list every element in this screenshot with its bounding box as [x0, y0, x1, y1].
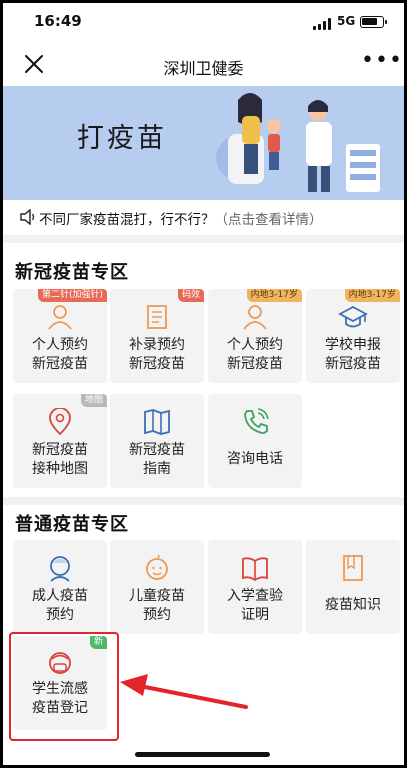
network-type: 5G — [337, 14, 356, 28]
booklet-icon — [343, 555, 363, 581]
more-options-icon[interactable]: ••• — [361, 48, 403, 73]
child-vaccine-card[interactable]: 儿童疫苗 预约 — [110, 540, 204, 634]
supplement-booking-covid-card[interactable]: 码效 补录预约 新冠疫苗 — [110, 289, 204, 383]
highlight-box — [9, 632, 119, 741]
vaccine-banner[interactable]: 打疫苗 — [3, 86, 404, 200]
badge: 第二针(加强针) — [37, 289, 107, 302]
person-icon — [243, 305, 267, 330]
card-label: 咨询电话 — [227, 451, 283, 467]
adult-icon — [50, 556, 70, 582]
card-label: 入学查验 证明 — [227, 588, 283, 623]
card-label: 个人预约 新冠疫苗 — [227, 337, 283, 372]
divider — [3, 497, 404, 505]
card-label: 新冠疫苗 接种地图 — [32, 442, 88, 477]
vaccination-illustration — [216, 93, 380, 192]
red-arrow-annotation — [120, 674, 248, 709]
status-time: 16:49 — [34, 12, 82, 30]
graduation-cap-icon — [338, 305, 368, 328]
battery-icon — [360, 16, 387, 28]
nav-bar: 深圳卫健委 ••• — [0, 44, 407, 86]
covid-section-title: 新冠疫苗专区 — [15, 262, 129, 283]
hotline-card[interactable]: 咨询电话 — [208, 394, 302, 488]
notice-text: 不同厂家疫苗混打，行不行？（点击查看详情） — [39, 212, 323, 228]
badge: 内地3-17岁 — [246, 289, 302, 302]
divider — [3, 235, 404, 243]
card-label: 学校申报 新冠疫苗 — [325, 337, 381, 372]
card-label: 疫苗知识 — [325, 597, 381, 613]
form-icon — [147, 305, 167, 329]
banner-title: 打疫苗 — [77, 123, 167, 154]
personal-booking-covid-card[interactable]: 第二针(加强针) 个人预约 新冠疫苗 — [13, 289, 107, 383]
map-book-icon — [144, 409, 170, 435]
minor-booking-covid-card[interactable]: 内地3-17岁 个人预约 新冠疫苗 — [208, 289, 302, 383]
card-label: 成人疫苗 预约 — [32, 588, 88, 623]
page-title: 深圳卫健委 — [163, 59, 244, 78]
signal-icon — [313, 18, 333, 30]
map-pin-icon — [49, 408, 71, 436]
card-label: 补录预约 新冠疫苗 — [129, 337, 185, 372]
covid-vaccination-map-card[interactable]: 地图 新冠疫苗 接种地图 — [13, 394, 107, 488]
school-check-certificate-card[interactable]: 入学查验 证明 — [208, 540, 302, 634]
general-section-title: 普通疫苗专区 — [15, 514, 129, 535]
notice-bar[interactable]: 不同厂家疫苗混打，行不行？（点击查看详情） — [3, 200, 404, 235]
baby-icon — [146, 554, 168, 580]
badge: 码效 — [177, 289, 204, 302]
phone-icon — [244, 408, 269, 434]
status-bar: 16:49 5G — [0, 0, 407, 44]
card-label: 儿童疫苗 预约 — [129, 588, 185, 623]
school-declare-covid-card[interactable]: 内地3-17岁 学校申报 新冠疫苗 — [306, 289, 400, 383]
notice-detail-link[interactable]: （点击查看详情） — [215, 212, 323, 228]
adult-vaccine-card[interactable]: 成人疫苗 预约 — [13, 540, 107, 634]
badge: 地图 — [80, 394, 107, 407]
speaker-icon — [20, 209, 35, 225]
vaccine-knowledge-card[interactable]: 疫苗知识 — [306, 540, 400, 634]
person-icon — [48, 305, 72, 330]
card-label: 新冠疫苗 指南 — [129, 442, 185, 477]
home-indicator — [135, 752, 270, 757]
open-book-icon — [242, 557, 268, 582]
covid-guide-card[interactable]: 新冠疫苗 指南 — [110, 394, 204, 488]
card-label: 个人预约 新冠疫苗 — [32, 337, 88, 372]
badge: 内地3-17岁 — [344, 289, 400, 302]
